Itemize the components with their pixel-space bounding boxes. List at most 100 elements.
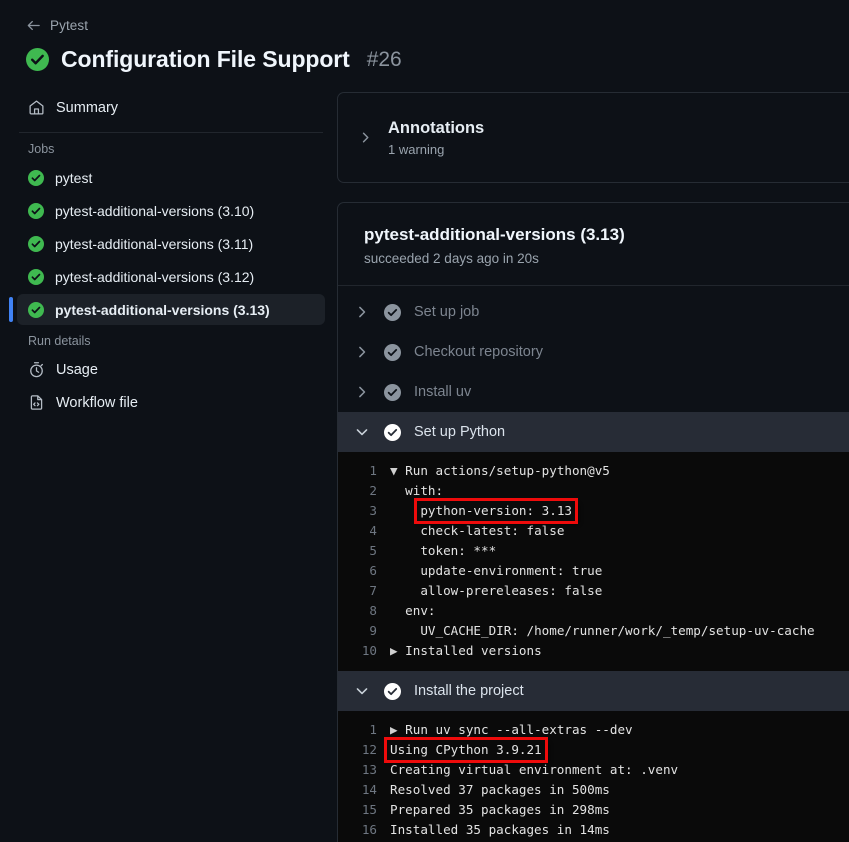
success-check-icon (384, 423, 401, 441)
success-check-icon (28, 169, 44, 186)
sidebar-item-job-313[interactable]: pytest-additional-versions (3.13) (9, 294, 325, 325)
log-line-text: env: (405, 603, 436, 618)
disclosure-open-icon[interactable]: ▼ (390, 463, 405, 478)
step-install-the-project[interactable]: Install the project (338, 671, 849, 711)
sidebar-job-label: pytest (55, 169, 93, 186)
sidebar-run-detail-label: Workflow file (56, 394, 138, 411)
page-title: Configuration File Support (61, 46, 350, 72)
job-panel: pytest-additional-versions (3.13) succee… (337, 202, 849, 842)
sidebar-run-details-heading: Run details (28, 334, 91, 348)
chevron-down-icon (356, 688, 368, 695)
step-label: Install uv (414, 384, 472, 400)
log-line-text: python-version: 3.13 (390, 498, 578, 524)
log-line-number: 2 (369, 483, 377, 498)
success-check-icon (384, 343, 401, 361)
main-content: Annotations 1 warning pytest-additional-… (337, 92, 849, 842)
log-line-number: 15 (361, 802, 377, 817)
sidebar-item-workflow-file[interactable]: Workflow file (17, 387, 325, 418)
sidebar-item-job-pytest[interactable]: pytest (17, 162, 325, 193)
step-install-uv[interactable]: Install uv (338, 372, 849, 412)
log-install-the-project[interactable]: 1 ▶ Run uv sync --all-extras --dev 12 Us… (338, 711, 849, 842)
job-status: succeeded 2 days ago in 20s (364, 251, 539, 266)
log-line: 7 allow-prereleases: false (338, 581, 849, 601)
log-line-text: Creating virtual environment at: .venv (390, 762, 679, 777)
sidebar-item-job-312[interactable]: pytest-additional-versions (3.12) (17, 261, 325, 292)
annotations-subtitle: 1 warning (388, 141, 445, 157)
sidebar-item-usage[interactable]: Usage (17, 354, 325, 385)
log-line-number: 1 (369, 722, 377, 737)
log-line-text: update-environment: true (420, 563, 603, 578)
log-line-number: 16 (361, 822, 377, 837)
sidebar: Summary Jobs pytest pytest-additional-ve… (0, 92, 337, 838)
success-check-icon (28, 268, 44, 285)
sidebar-item-job-311[interactable]: pytest-additional-versions (3.11) (17, 228, 325, 259)
log-line-number: 4 (369, 523, 377, 538)
log-line-text: UV_CACHE_DIR: /home/runner/work/_temp/se… (420, 623, 815, 638)
log-line-number: 3 (369, 503, 377, 518)
log-line: 4 check-latest: false (338, 521, 849, 541)
log-line-text: token: *** (420, 543, 497, 558)
log-line: 12 Using CPython 3.9.21 (338, 737, 849, 763)
success-check-icon (28, 235, 44, 252)
log-line: 13 Creating virtual environment at: .ven… (338, 760, 849, 780)
page-header: Pytest Configuration File Support #26 (0, 0, 849, 73)
log-line-number: 12 (361, 742, 377, 757)
log-line: 16 Installed 35 packages in 14ms (338, 820, 849, 840)
log-line-text: Installed 35 packages in 14ms (390, 822, 610, 837)
log-line-number: 14 (361, 782, 377, 797)
disclosure-closed-icon[interactable]: ▶ (390, 643, 405, 658)
log-line: 1 ▶ Run uv sync --all-extras --dev (338, 720, 849, 740)
breadcrumb-back[interactable]: Pytest (26, 14, 849, 36)
log-line-number: 13 (361, 762, 377, 777)
annotations-panel[interactable]: Annotations 1 warning (337, 92, 849, 183)
step-label: Set up job (414, 304, 480, 320)
sidebar-job-label: pytest-additional-versions (3.12) (55, 268, 255, 285)
sidebar-item-summary[interactable]: Summary (17, 92, 325, 123)
chevron-right-icon (362, 132, 369, 143)
log-line-text: allow-prereleases: false (420, 583, 603, 598)
sidebar-job-label: pytest-additional-versions (3.13) (55, 301, 270, 318)
disclosure-closed-icon[interactable]: ▶ (390, 722, 405, 737)
log-line-text: Resolved 37 packages in 500ms (390, 782, 610, 797)
file-code-icon (30, 395, 43, 410)
step-label: Set up Python (414, 424, 506, 440)
log-line-text: check-latest: false (420, 523, 565, 538)
step-set-up-python[interactable]: Set up Python (338, 412, 849, 452)
annotations-text: Annotations 1 warning (388, 119, 484, 157)
log-line: 2 with: (338, 481, 849, 501)
arrow-left-icon (27, 20, 40, 30)
sidebar-jobs-heading: Jobs (28, 142, 55, 156)
log-line: 6 update-environment: true (338, 561, 849, 581)
log-line-number: 8 (369, 603, 377, 618)
breadcrumb-back-label: Pytest (50, 17, 89, 33)
log-line: 14 Resolved 37 packages in 500ms (338, 780, 849, 800)
run-number: #26 (366, 47, 402, 71)
success-check-icon (384, 682, 401, 700)
log-line-text: with: (405, 483, 444, 498)
log-line-text: Prepared 35 packages in 298ms (390, 802, 610, 817)
page-title-row: Configuration File Support #26 (26, 46, 849, 73)
log-line-text: ▼ Run actions/setup-python@v5 (390, 463, 610, 478)
log-line: 10 ▶ Installed versions (338, 641, 849, 661)
job-steps-list: Set up job Checkout repository Install u… (338, 286, 849, 842)
job-header: pytest-additional-versions (3.13) succee… (338, 203, 849, 286)
log-line-number: 5 (369, 543, 377, 558)
log-line: 5 token: *** (338, 541, 849, 561)
step-checkout-repository[interactable]: Checkout repository (338, 332, 849, 372)
sidebar-job-label: pytest-additional-versions (3.10) (55, 202, 255, 219)
sidebar-item-job-310[interactable]: pytest-additional-versions (3.10) (17, 195, 325, 226)
step-set-up-job[interactable]: Set up job (338, 292, 849, 332)
annotation-highlight-cpython-version: Using CPython 3.9.21 (384, 737, 548, 763)
log-line-number: 7 (369, 583, 377, 598)
chevron-down-icon (356, 429, 368, 436)
step-label: Install the project (414, 683, 524, 699)
sidebar-run-detail-label: Usage (56, 361, 98, 378)
annotation-highlight-python-version: python-version: 3.13 (414, 498, 578, 524)
log-line: 15 Prepared 35 packages in 298ms (338, 800, 849, 820)
success-check-icon (28, 202, 44, 219)
success-check-icon (384, 303, 401, 321)
log-set-up-python[interactable]: 1 ▼ Run actions/setup-python@v5 2 with: … (338, 452, 849, 671)
success-check-icon (28, 301, 44, 318)
success-check-icon (26, 48, 49, 71)
chevron-right-icon (359, 386, 366, 398)
